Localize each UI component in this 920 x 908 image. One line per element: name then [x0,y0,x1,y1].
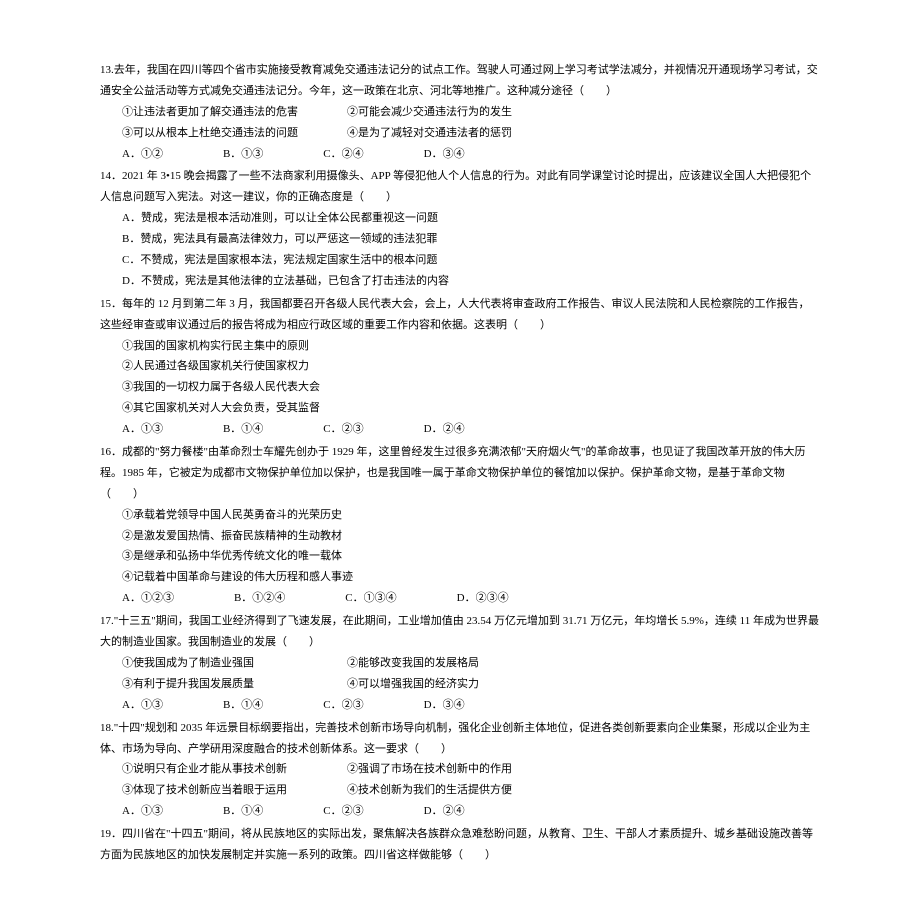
option-d: D．②④ [424,801,465,822]
option-d: D．②④ [424,419,465,440]
option-b: B．赞成，宪法具有最高法律效力，可以严惩这一领域的违法犯罪 [100,229,820,250]
sub-item: ②能够改变我国的发展格局 [347,653,820,674]
options-row: A．①③ B．①④ C．②③ D．②④ [100,419,820,440]
question-13: 13.去年，我国在四川等四个省市实施接受教育减免交通违法记分的试点工作。驾驶人可… [100,60,820,164]
option-a: A．①③ [122,695,163,716]
option-a: A．赞成，宪法是根本活动准则，可以让全体公民都重视这一问题 [100,208,820,229]
option-d: D．②③④ [457,588,509,609]
question-stem: 17."十三五"期间，我国工业经济得到了飞速发展，在此期间，工业增加值由 23.… [100,611,820,653]
options-row: A．①②③ B．①②④ C．①③④ D．②③④ [100,588,820,609]
sub-item: ①使我国成为了制造业强国 [122,653,347,674]
sub-items-row: ①让违法者更加了解交通违法的危害 ②可能会减少交通违法行为的发生 [100,102,820,123]
question-stem: 18."十四"规划和 2035 年远景目标纲要指出，完善技术创新市场导向机制，强… [100,718,820,760]
option-c: C．②③ [323,801,363,822]
option-d: D．③④ [424,695,465,716]
option-c: C．②③ [323,695,363,716]
sub-item: ③可以从根本上杜绝交通违法的问题 [122,123,347,144]
option-c: C．②③ [323,419,363,440]
sub-item: ①说明只有企业才能从事技术创新 [122,759,347,780]
question-stem: 15．每年的 12 月到第二年 3 月，我国都要召开各级人民代表大会，会上，人大… [100,294,820,336]
question-stem: 16．成都的"努力餐楼"由革命烈士车耀先创办于 1929 年，这里曾经发生过很多… [100,442,820,505]
question-stem: 19．四川省在"十四五"期间，将从民族地区的实际出发，聚焦解决各族群众急难愁盼问… [100,824,820,866]
sub-items-row: ③体现了技术创新应当着眼于运用 ④技术创新为我们的生活提供方便 [100,780,820,801]
question-stem: 13.去年，我国在四川等四个省市实施接受教育减免交通违法记分的试点工作。驾驶人可… [100,60,820,102]
option-a: A．①②③ [122,588,174,609]
question-19: 19．四川省在"十四五"期间，将从民族地区的实际出发，聚焦解决各族群众急难愁盼问… [100,824,820,866]
sub-items-row: ③有利于提升我国发展质量 ④可以增强我国的经济实力 [100,674,820,695]
sub-item: ②是激发爱国热情、振奋民族精神的生动教材 [100,526,820,547]
sub-item: ③是继承和弘扬中华优秀传统文化的唯一载体 [100,546,820,567]
option-b: B．①④ [223,419,263,440]
sub-item: ④可以增强我国的经济实力 [347,674,820,695]
sub-items-row: ①说明只有企业才能从事技术创新 ②强调了市场在技术创新中的作用 [100,759,820,780]
option-a: A．①③ [122,801,163,822]
option-c: C．①③④ [345,588,396,609]
option-a: A．①② [122,144,163,165]
sub-item: ④记载着中国革命与建设的伟大历程和感人事迹 [100,567,820,588]
sub-item: ④是为了减轻对交通违法者的惩罚 [347,123,820,144]
sub-item: ①让违法者更加了解交通违法的危害 [122,102,347,123]
option-d: D．不赞成，宪法是其他法律的立法基础，已包含了打击违法的内容 [100,271,820,292]
question-17: 17."十三五"期间，我国工业经济得到了飞速发展，在此期间，工业增加值由 23.… [100,611,820,715]
sub-item: ②可能会减少交通违法行为的发生 [347,102,820,123]
sub-item: ③我国的一切权力属于各级人民代表大会 [100,377,820,398]
sub-item: ④其它国家机关对人大会负责，受其监督 [100,398,820,419]
options-row: A．①③ B．①④ C．②③ D．②④ [100,801,820,822]
sub-items-row: ③可以从根本上杜绝交通违法的问题 ④是为了减轻对交通违法者的惩罚 [100,123,820,144]
sub-item: ①我国的国家机构实行民主集中的原则 [100,336,820,357]
sub-item: ②人民通过各级国家机关行使国家权力 [100,356,820,377]
option-c: C．②④ [323,144,363,165]
options-row: A．①② B．①③ C．②④ D．③④ [100,144,820,165]
sub-item: ①承载着党领导中国人民英勇奋斗的光荣历史 [100,505,820,526]
option-b: B．①④ [223,801,263,822]
option-b: B．①②④ [234,588,285,609]
question-15: 15．每年的 12 月到第二年 3 月，我国都要召开各级人民代表大会，会上，人大… [100,294,820,440]
option-a: A．①③ [122,419,163,440]
sub-item: ④技术创新为我们的生活提供方便 [347,780,820,801]
sub-item: ②强调了市场在技术创新中的作用 [347,759,820,780]
option-c: C．不赞成，宪法是国家根本法，宪法规定国家生活中的根本问题 [100,250,820,271]
option-b: B．①③ [223,144,263,165]
question-stem: 14．2021 年 3•15 晚会揭露了一些不法商家利用摄像头、APP 等侵犯他… [100,166,820,208]
sub-items-row: ①使我国成为了制造业强国 ②能够改变我国的发展格局 [100,653,820,674]
question-16: 16．成都的"努力餐楼"由革命烈士车耀先创办于 1929 年，这里曾经发生过很多… [100,442,820,609]
options-row: A．①③ B．①④ C．②③ D．③④ [100,695,820,716]
option-d: D．③④ [424,144,465,165]
sub-item: ③体现了技术创新应当着眼于运用 [122,780,347,801]
question-14: 14．2021 年 3•15 晚会揭露了一些不法商家利用摄像头、APP 等侵犯他… [100,166,820,291]
question-18: 18."十四"规划和 2035 年远景目标纲要指出，完善技术创新市场导向机制，强… [100,718,820,822]
option-b: B．①④ [223,695,263,716]
sub-item: ③有利于提升我国发展质量 [122,674,347,695]
